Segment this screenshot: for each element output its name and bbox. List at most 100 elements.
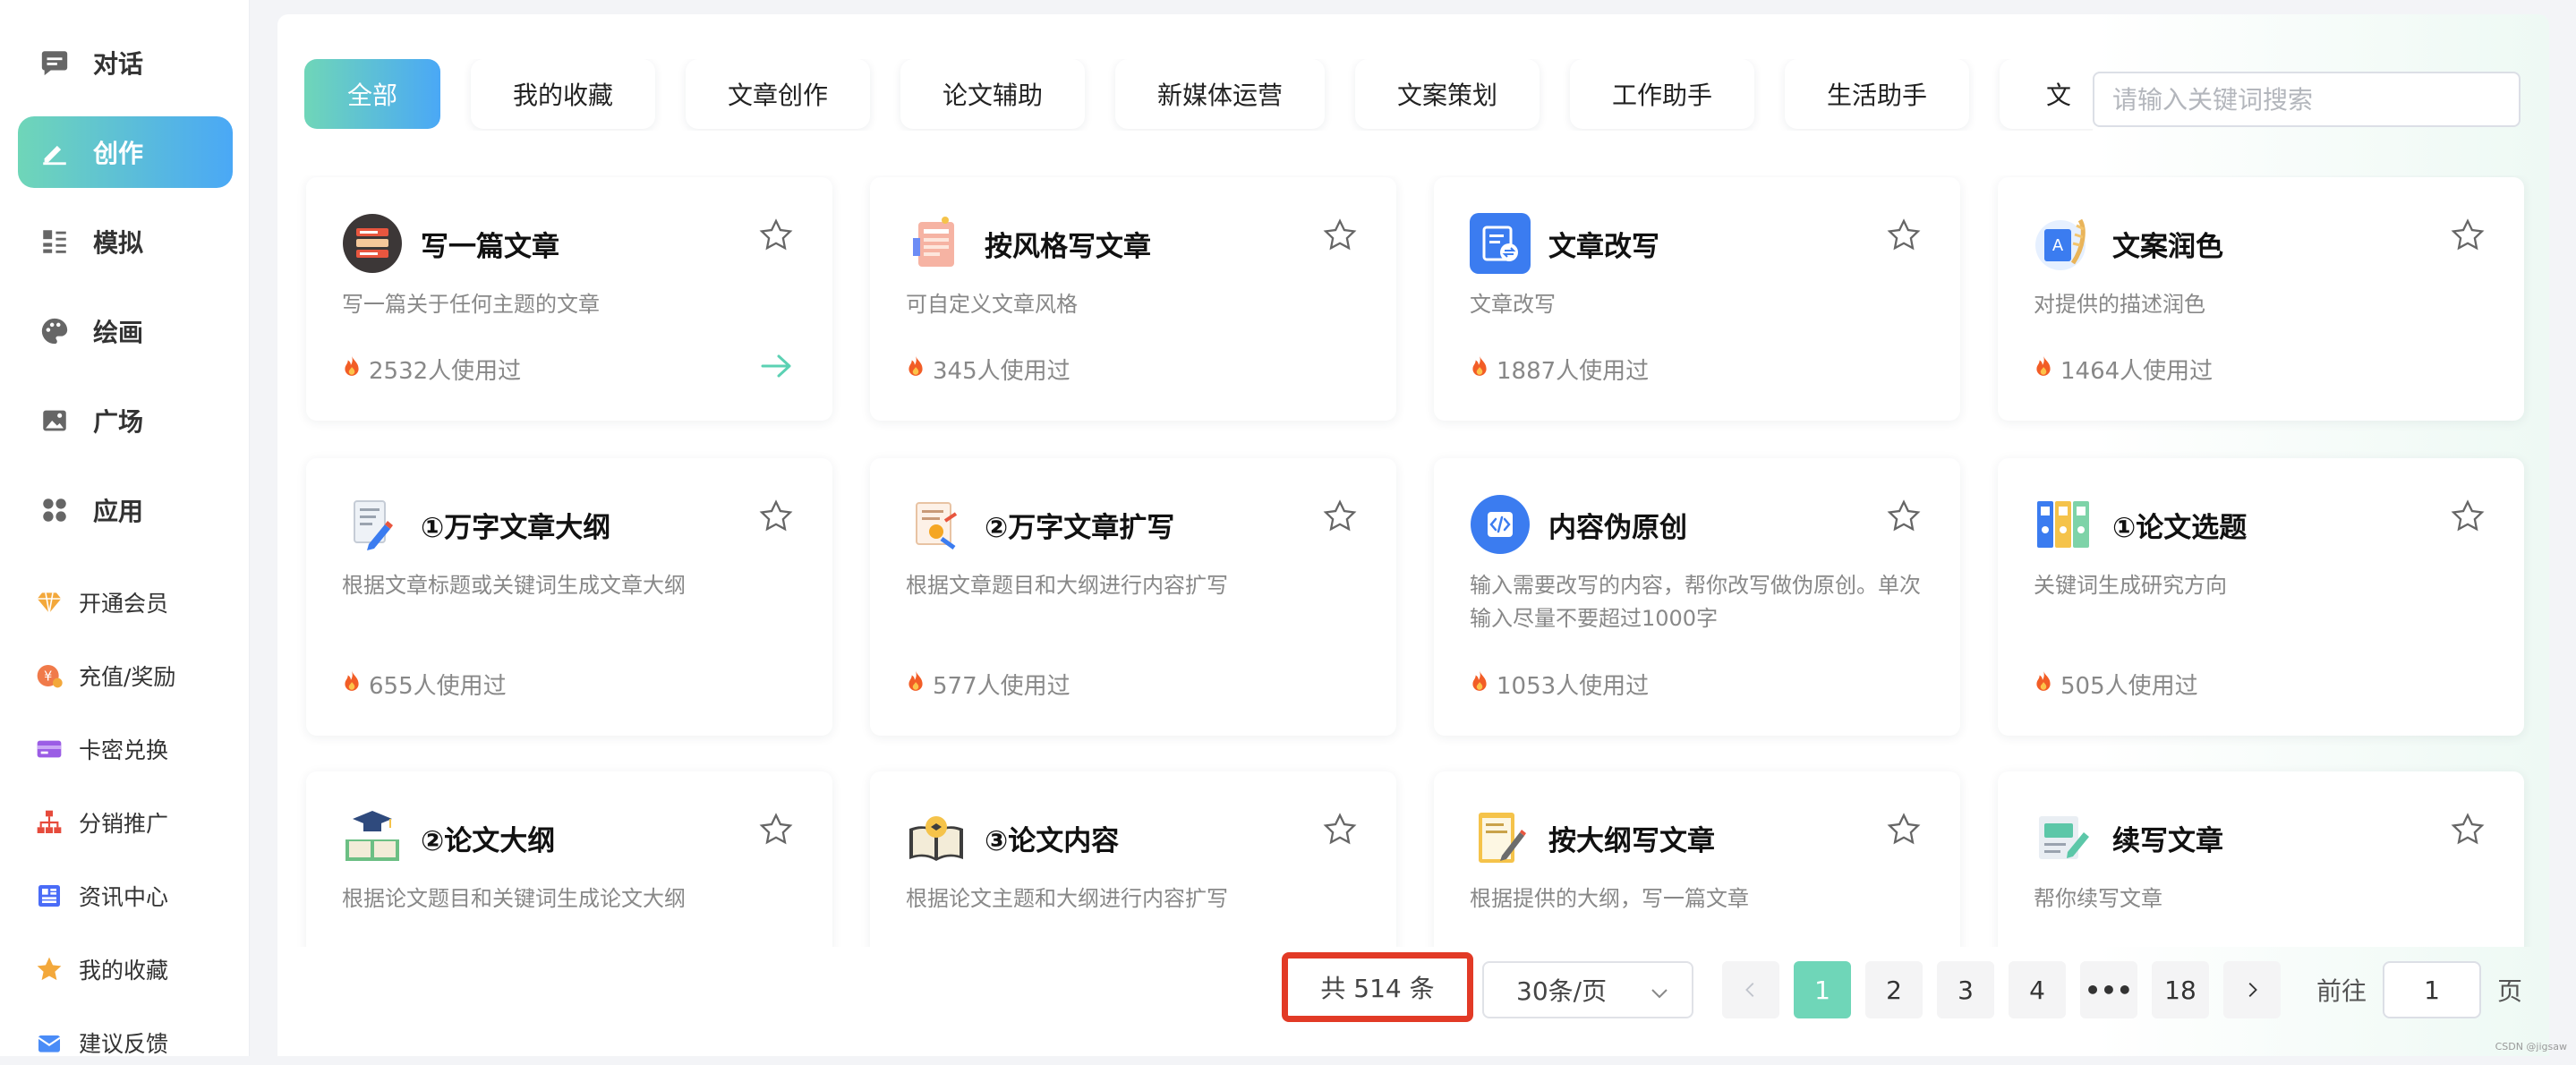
tab-article-writing[interactable]: 文章创作 <box>686 59 870 129</box>
card-write-article[interactable]: 写一篇文章 写一篇关于任何主题的文章 2532人使用过 <box>306 177 832 421</box>
nav-item-simulate[interactable]: 模拟 <box>18 206 233 277</box>
nav-label: 创作 <box>93 139 144 168</box>
open-book-icon <box>906 807 967 868</box>
svg-text:¥: ¥ <box>44 669 52 684</box>
card-title: ①万字文章大纲 <box>421 512 611 544</box>
category-tabs: 全部 我的收藏 文章创作 论文辅助 新媒体运营 文案策划 工作助手 生活助手 文 <box>304 59 2093 131</box>
edit-icon <box>39 137 70 167</box>
favorite-star-icon[interactable] <box>1321 498 1359 535</box>
card-title: 续写文章 <box>2112 825 2223 857</box>
sidebar-item-label: 资讯中心 <box>79 884 169 910</box>
card-thesis-content[interactable]: ③论文内容 根据论文主题和大纲进行内容扩写 <box>870 771 1396 947</box>
page-ellipsis-button[interactable]: ••• <box>2080 961 2137 1018</box>
nav-item-paint[interactable]: 绘画 <box>18 295 233 367</box>
card-grid: 写一篇文章 写一篇关于任何主题的文章 2532人使用过 按风格写文章 可自定义文… <box>286 175 2551 947</box>
card-style-article[interactable]: 按风格写文章 可自定义文章风格 345人使用过 <box>870 177 1396 421</box>
card-pseudo-original[interactable]: 内容伪原创 输入需要改写的内容，帮你改写做伪原创。单次输入尽量不要超过1000字… <box>1434 458 1960 736</box>
fire-icon <box>2034 354 2053 384</box>
list-icon <box>39 226 70 257</box>
card-usage: 2532人使用过 <box>342 353 521 386</box>
nav-item-square[interactable]: 广场 <box>18 385 233 456</box>
tab-all[interactable]: 全部 <box>304 59 440 129</box>
tab-copywriting[interactable]: 文案策划 <box>1355 59 1540 129</box>
favorite-star-icon[interactable] <box>2449 811 2486 848</box>
chevron-right-icon <box>2248 983 2257 997</box>
tab-work-assistant[interactable]: 工作助手 <box>1570 59 1754 129</box>
sidebar-item-label: 分销推广 <box>79 811 169 837</box>
favorite-star-icon[interactable] <box>757 811 795 848</box>
outline-pen-icon <box>342 494 403 555</box>
next-page-button[interactable] <box>2223 961 2281 1018</box>
card-description: 文章改写 <box>1470 292 1556 317</box>
card-usage: 655人使用过 <box>342 668 507 701</box>
card-title: 按风格写文章 <box>985 231 1151 263</box>
card-rewrite[interactable]: 文章改写 文章改写 1887人使用过 <box>1434 177 1960 421</box>
card-usage: 345人使用过 <box>906 353 1070 386</box>
fire-icon <box>342 354 362 384</box>
continue-write-icon <box>2034 807 2094 868</box>
card-title: ①论文选题 <box>2112 512 2248 544</box>
card-expand[interactable]: ②万字文章扩写 根据文章题目和大纲进行内容扩写 577人使用过 <box>870 458 1396 736</box>
sidebar-item-vip[interactable]: 开通会员 <box>34 580 231 625</box>
search-input[interactable] <box>2093 72 2521 127</box>
tab-new-media[interactable]: 新媒体运营 <box>1115 59 1325 129</box>
tab-life-assistant[interactable]: 生活助手 <box>1785 59 1969 129</box>
fire-icon <box>342 669 362 699</box>
favorite-star-icon[interactable] <box>1885 217 1923 254</box>
graduation-book-icon <box>342 807 403 868</box>
card-thesis-topic[interactable]: ①论文选题 关键词生成研究方向 505人使用过 <box>1998 458 2524 736</box>
nav-label: 应用 <box>93 497 144 526</box>
nav-label: 绘画 <box>93 318 144 347</box>
fire-icon <box>906 669 925 699</box>
sidebar-item-recharge[interactable]: ¥ 充值/奖励 <box>34 653 231 698</box>
card-title: 文章改写 <box>1548 231 1659 263</box>
card-title: 按大纲写文章 <box>1548 825 1715 857</box>
page-button-18[interactable]: 18 <box>2152 961 2209 1018</box>
card-description: 根据提供的大纲，写一篇文章 <box>1470 886 1749 911</box>
favorite-star-icon[interactable] <box>1885 811 1923 848</box>
sidebar-item-news[interactable]: 资讯中心 <box>34 873 231 918</box>
page-size-select[interactable]: 30条/页 <box>1482 961 1693 1018</box>
page-button-2[interactable]: 2 <box>1865 961 1923 1018</box>
nav-item-chat[interactable]: 对话 <box>18 27 233 98</box>
card-continue-writing[interactable]: 续写文章 帮你续写文章 <box>1998 771 2524 947</box>
nav-item-create[interactable]: 创作 <box>18 116 233 188</box>
chat-icon <box>39 47 70 78</box>
favorite-star-icon[interactable] <box>757 217 795 254</box>
card-outline-article[interactable]: 按大纲写文章 根据提供的大纲，写一篇文章 <box>1434 771 1960 947</box>
page-button-3[interactable]: 3 <box>1937 961 1994 1018</box>
goto-page-input[interactable] <box>2383 961 2481 1018</box>
coin-icon: ¥ <box>34 660 64 691</box>
sidebar-item-distribution[interactable]: 分销推广 <box>34 800 231 845</box>
favorite-star-icon[interactable] <box>2449 498 2486 535</box>
palette-icon <box>39 316 70 346</box>
fire-icon <box>1470 354 1489 384</box>
fire-icon <box>906 354 925 384</box>
goto-label: 前往 <box>2316 976 2367 1006</box>
favorite-star-icon[interactable] <box>2449 217 2486 254</box>
usage-count: 1464人使用过 <box>2060 358 2213 385</box>
card-polish[interactable]: A 文案润色 对提供的描述润色 1464人使用过 <box>1998 177 2524 421</box>
chevron-down-icon <box>1649 981 1670 1002</box>
tab-more[interactable]: 文 <box>2000 59 2093 129</box>
favorite-star-icon[interactable] <box>1885 498 1923 535</box>
sidebar-item-favorites[interactable]: 我的收藏 <box>34 947 231 992</box>
favorite-star-icon[interactable] <box>1321 811 1359 848</box>
card-thesis-outline[interactable]: ②论文大纲 根据论文题目和关键词生成论文大纲 <box>306 771 832 947</box>
card-outline[interactable]: ①万字文章大纲 根据文章标题或关键词生成文章大纲 655人使用过 <box>306 458 832 736</box>
card-usage: 1887人使用过 <box>1470 353 1649 386</box>
favorite-star-icon[interactable] <box>1321 217 1359 254</box>
sidebar-item-feedback[interactable]: 建议反馈 <box>34 1020 231 1065</box>
prev-page-button[interactable] <box>1722 961 1779 1018</box>
usage-count: 577人使用过 <box>933 673 1070 700</box>
sidebar-item-redeem[interactable]: 卡密兑换 <box>34 727 231 771</box>
page-button-4[interactable]: 4 <box>2009 961 2066 1018</box>
card-description: 帮你续写文章 <box>2034 886 2162 911</box>
tab-favorites[interactable]: 我的收藏 <box>471 59 655 129</box>
page-button-1[interactable]: 1 <box>1794 961 1851 1018</box>
arrow-right-icon[interactable] <box>761 353 793 379</box>
favorite-star-icon[interactable] <box>757 498 795 535</box>
nav-item-apps[interactable]: 应用 <box>18 474 233 546</box>
tab-paper-assist[interactable]: 论文辅助 <box>900 59 1085 129</box>
total-count: 共 514 条 <box>1282 952 1473 1022</box>
